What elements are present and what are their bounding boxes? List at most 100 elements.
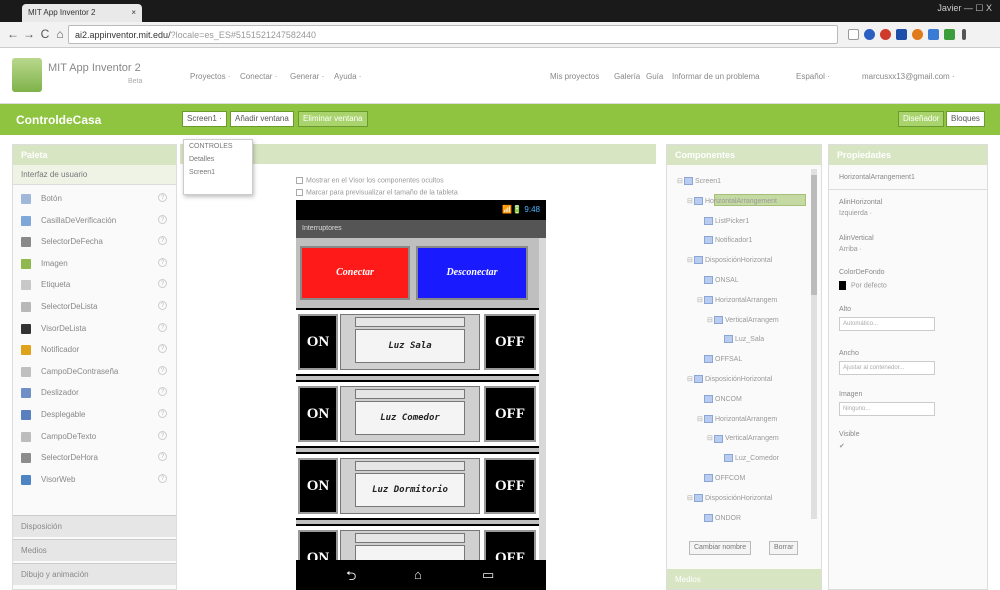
tree-toggle-icon[interactable]: ⊟	[707, 316, 714, 324]
recent-apps-icon[interactable]: ▭	[482, 567, 494, 583]
component-tree-item[interactable]: ONSAL	[697, 276, 739, 284]
on-button[interactable]: ON	[298, 458, 338, 514]
help-icon[interactable]: ?	[158, 365, 167, 375]
palette-item[interactable]: Botón?	[21, 191, 171, 209]
account-menu[interactable]: marcusxx13@gmail.com ·	[862, 72, 955, 81]
component-tree-item[interactable]: OFFSAL	[697, 355, 742, 364]
screen-option-screen1[interactable]: Screen1	[189, 169, 247, 182]
palette-item[interactable]: SelectorDeFecha?	[21, 234, 171, 252]
components-scroll-thumb[interactable]	[811, 175, 817, 295]
menu-projects[interactable]: Proyectos ·	[190, 72, 230, 81]
disconnect-button[interactable]: Desconectar	[416, 246, 528, 300]
palette-item[interactable]: Imagen?	[21, 256, 171, 274]
menu-help[interactable]: Ayuda ·	[334, 72, 361, 81]
tree-toggle-icon[interactable]: ⊟	[697, 415, 704, 423]
palette-item[interactable]: CampoDeContraseña?	[21, 364, 171, 382]
remove-screen-button[interactable]: Eliminar ventana	[298, 111, 368, 127]
component-tree-item[interactable]: Luz_Comedor	[717, 454, 779, 463]
off-button[interactable]: OFF	[484, 314, 536, 370]
menu-connect[interactable]: Conectar ·	[240, 72, 277, 81]
extension-icon[interactable]	[944, 29, 955, 40]
menu-build[interactable]: Generar ·	[290, 72, 324, 81]
align-v-select[interactable]: Arriba ·	[839, 246, 862, 253]
help-icon[interactable]: ?	[158, 301, 167, 310]
home-icon[interactable]: ⌂	[53, 27, 67, 41]
palette-item[interactable]: CasillaDeVerificación?	[21, 213, 171, 231]
delete-button[interactable]: Borrar	[769, 541, 799, 555]
blocks-button[interactable]: Bloques	[946, 111, 985, 127]
phone-scrollbar[interactable]	[539, 238, 546, 560]
extension-icon[interactable]	[896, 29, 907, 40]
palette-item[interactable]: Deslizador?	[21, 385, 171, 403]
help-icon[interactable]: ?	[158, 279, 167, 289]
component-tree-item[interactable]: ⊟ Screen1	[677, 177, 721, 186]
rename-button[interactable]: Cambiar nombre	[689, 541, 752, 555]
component-tree-item[interactable]: ⊟ DisposiciónHorizontal	[687, 493, 772, 502]
palette-item[interactable]: Desplegable?	[21, 407, 171, 425]
tree-toggle-icon[interactable]: ⊟	[687, 256, 694, 264]
bg-color-picker[interactable]: Por defecto	[839, 281, 887, 290]
palette-item[interactable]: VisorWeb?	[21, 472, 171, 490]
help-icon[interactable]: ?	[158, 344, 167, 354]
show-hidden-checkbox[interactable]: Mostrar en el Visor los componentes ocul…	[296, 177, 444, 184]
component-tree-item[interactable]: ListPicker1	[697, 216, 749, 225]
component-tree-item[interactable]: ⊟ HorizontalArrangem	[697, 414, 777, 423]
help-icon[interactable]: ?	[158, 387, 167, 397]
app-inventor-logo[interactable]	[12, 58, 42, 92]
link-report-issue[interactable]: Informar de un problema	[672, 72, 760, 81]
on-button[interactable]: ON	[298, 530, 338, 560]
height-input[interactable]: Automático...	[839, 317, 935, 331]
palette-section-layout[interactable]: Disposición	[13, 515, 176, 537]
screen-select[interactable]: Screen1 ·	[182, 111, 227, 127]
screen-option-detalles[interactable]: Detalles	[189, 156, 247, 169]
link-gallery[interactable]: Galería	[614, 72, 640, 81]
on-button[interactable]: ON	[298, 314, 338, 370]
tab-close-icon[interactable]: ×	[131, 8, 136, 17]
help-icon[interactable]: ?	[158, 257, 167, 267]
help-icon[interactable]: ?	[158, 214, 167, 224]
component-tree-item[interactable]: Notificador1	[697, 236, 752, 245]
help-icon[interactable]: ?	[158, 322, 167, 332]
tablet-preview-checkbox[interactable]: Marcar para previsualizar el tamaño de l…	[296, 189, 458, 196]
help-icon[interactable]: ?	[158, 430, 167, 440]
component-tree-item[interactable]: Luz_Sala	[717, 335, 764, 344]
palette-item[interactable]: CampoDeTexto?	[21, 429, 171, 447]
image-input[interactable]: Ninguno...	[839, 402, 935, 416]
palette-section-media[interactable]: Medios	[13, 539, 176, 561]
extension-icon[interactable]	[928, 29, 939, 40]
width-input[interactable]: Ajustar al contenedor...	[839, 361, 935, 375]
reload-icon[interactable]: C	[38, 27, 52, 41]
star-icon[interactable]	[848, 29, 859, 40]
palette-section-drawing[interactable]: Dibujo y animación	[13, 563, 176, 585]
tree-toggle-icon[interactable]: ⊟	[677, 177, 684, 185]
component-tree-item[interactable]: ⊟ VerticalArrangem	[707, 434, 779, 443]
extension-icon[interactable]	[880, 29, 891, 40]
back-icon[interactable]: ←	[6, 27, 20, 41]
browser-tab[interactable]: MIT App Inventor 2 ×	[22, 4, 142, 22]
help-icon[interactable]: ?	[158, 473, 167, 483]
tree-toggle-icon[interactable]: ⊟	[707, 434, 714, 442]
link-my-projects[interactable]: Mis proyectos	[550, 72, 599, 81]
help-icon[interactable]: ?	[158, 409, 167, 418]
help-icon[interactable]: ?	[158, 452, 167, 462]
component-tree-item[interactable]: ⊟ HorizontalArrangement	[687, 196, 777, 205]
component-tree-item[interactable]: OFFCOM	[697, 474, 745, 482]
url-input[interactable]: ai2.appinventor.mit.edu/?locale=es_ES#51…	[68, 25, 838, 44]
help-icon[interactable]: ?	[158, 236, 167, 246]
palette-item[interactable]: SelectorDeHora?	[21, 450, 171, 468]
screen-option-controles[interactable]: CONTROLES	[189, 143, 247, 156]
tree-toggle-icon[interactable]: ⊟	[697, 296, 704, 304]
add-screen-button[interactable]: Añadir ventana	[230, 111, 294, 127]
component-tree-item[interactable]: ⊟ HorizontalArrangem	[697, 295, 777, 304]
palette-item[interactable]: Etiqueta?	[21, 277, 171, 295]
visible-checkbox[interactable]: ✔	[839, 442, 845, 450]
help-icon[interactable]: ?	[158, 193, 167, 202]
menu-icon[interactable]	[962, 29, 966, 40]
tree-toggle-icon[interactable]: ⊟	[687, 197, 694, 205]
tree-toggle-icon[interactable]: ⊟	[687, 375, 694, 383]
language-select[interactable]: Español ·	[796, 72, 830, 81]
off-button[interactable]: OFF	[484, 386, 536, 442]
palette-item[interactable]: VisorDeLista?	[21, 321, 171, 339]
link-guide[interactable]: Guía	[646, 72, 663, 81]
palette-item[interactable]: SelectorDeLista?	[21, 299, 171, 317]
